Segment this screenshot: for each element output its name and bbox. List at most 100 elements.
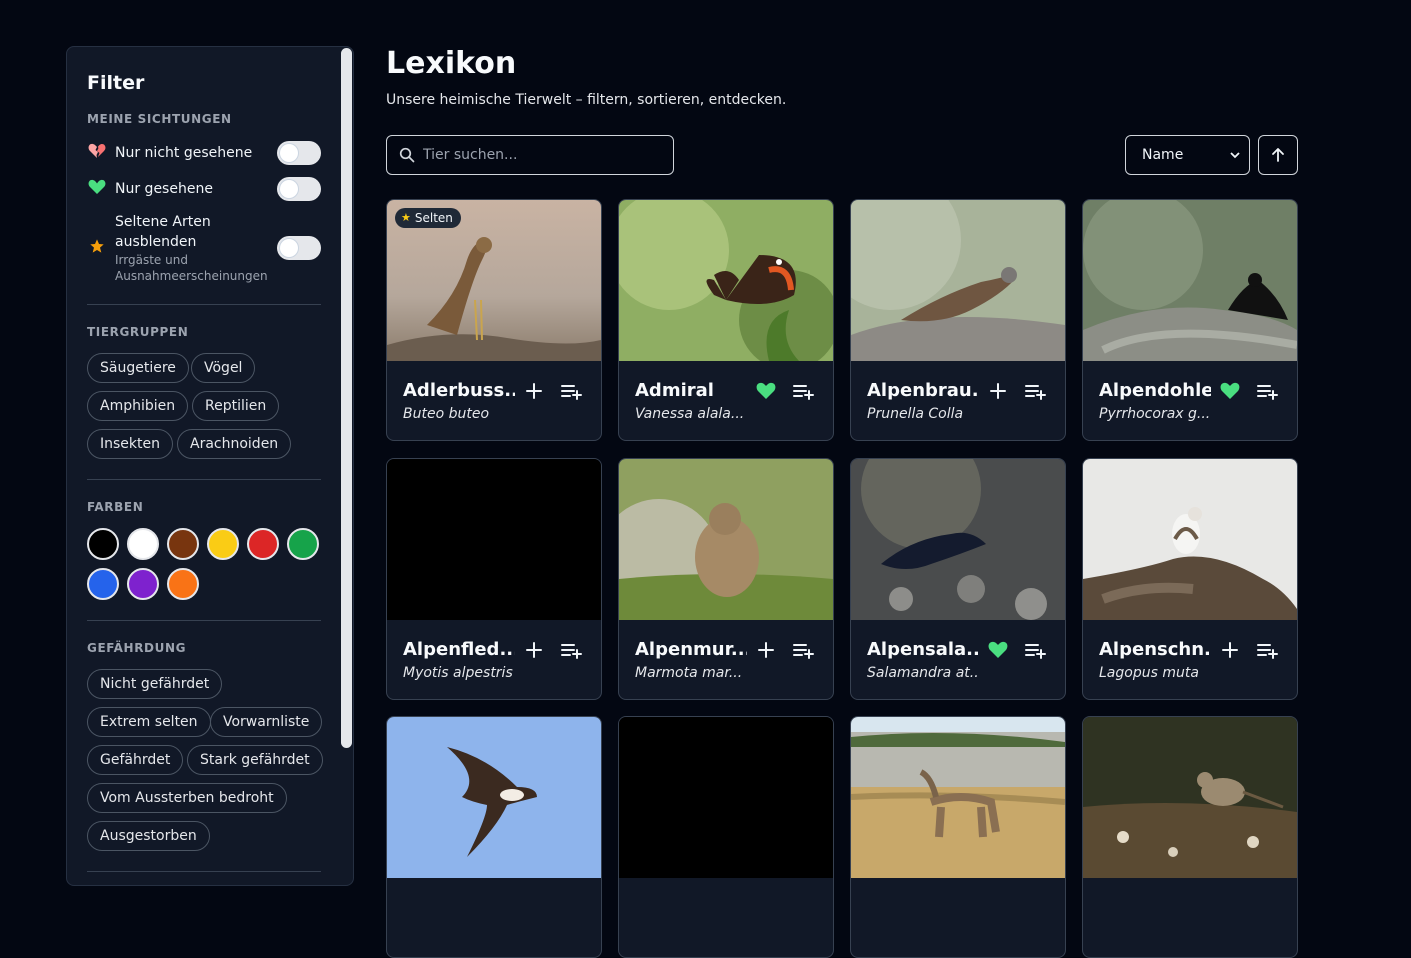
color-swatch-purple[interactable] bbox=[127, 568, 159, 600]
chip-saeugetiere[interactable]: Säugetiere bbox=[87, 353, 189, 383]
search-input[interactable] bbox=[423, 147, 653, 163]
chip-vorwarnliste[interactable]: Vorwarnliste bbox=[210, 707, 323, 737]
chip-gefaehrdet[interactable]: Gefährdet bbox=[87, 745, 184, 775]
toggle-hide-rare[interactable]: Seltene Arten ausblenden Irrgäste und Au… bbox=[87, 212, 321, 284]
sidebar-scrollbar[interactable] bbox=[341, 48, 352, 748]
arrow-up-icon bbox=[1272, 148, 1284, 162]
color-swatch-orange[interactable] bbox=[167, 568, 199, 600]
color-swatch-brown[interactable] bbox=[167, 528, 199, 560]
animal-scientific-name: Myotis alpestris bbox=[403, 665, 513, 681]
search-box[interactable] bbox=[386, 135, 674, 175]
hide-rare-sub-line2: Ausnahmeerscheinungen bbox=[115, 269, 268, 283]
animal-card[interactable]: Alpenschn... Lagopus muta bbox=[1082, 458, 1298, 700]
toggle-switch[interactable] bbox=[277, 141, 321, 165]
divider bbox=[87, 304, 321, 305]
plus-icon[interactable] bbox=[523, 380, 545, 402]
playlist-add-icon[interactable] bbox=[559, 639, 583, 661]
animal-photo bbox=[1083, 459, 1297, 620]
animal-name: Alpenfled... bbox=[403, 639, 515, 660]
color-swatch-green[interactable] bbox=[287, 528, 319, 560]
chip-reptilien[interactable]: Reptilien bbox=[192, 391, 280, 421]
animal-card[interactable]: ★ Selten Adlerbuss... Buteo buteo bbox=[386, 199, 602, 441]
divider bbox=[87, 620, 321, 621]
animal-name: Alpensala... bbox=[867, 639, 979, 660]
chip-insekten[interactable]: Insekten bbox=[87, 429, 173, 459]
animal-card[interactable]: Alpendohle Pyrrhocorax g... bbox=[1082, 199, 1298, 441]
animal-scientific-name: Lagopus muta bbox=[1099, 665, 1199, 681]
animal-scientific-name: Prunella Colla bbox=[867, 406, 964, 422]
playlist-add-icon[interactable] bbox=[559, 380, 583, 402]
plus-icon[interactable] bbox=[1219, 639, 1241, 661]
playlist-add-icon[interactable] bbox=[791, 639, 815, 661]
chip-vom-aussterben-bedroht[interactable]: Vom Aussterben bedroht bbox=[87, 783, 287, 813]
animal-card[interactable]: Alpenbrau... Prunella Colla bbox=[850, 199, 1066, 441]
animal-name: Alpenschn... bbox=[1099, 639, 1211, 660]
chip-stark-gefaehrdet[interactable]: Stark gefährdet bbox=[187, 745, 323, 775]
animal-card[interactable]: Alpenmur... Marmota mar... bbox=[618, 458, 834, 700]
page-title: Lexikon bbox=[386, 46, 517, 81]
animal-card[interactable] bbox=[1082, 716, 1298, 958]
color-swatch-black[interactable] bbox=[87, 528, 119, 560]
color-swatch-white[interactable] bbox=[127, 528, 159, 560]
animal-scientific-name: Marmota mar... bbox=[635, 665, 743, 681]
animal-name: Alpenmur... bbox=[635, 639, 747, 660]
animal-card[interactable] bbox=[618, 716, 834, 958]
toggle-switch[interactable] bbox=[277, 177, 321, 201]
chip-nicht-gefaehrdet[interactable]: Nicht gefährdet bbox=[87, 669, 223, 699]
animal-photo bbox=[619, 200, 833, 361]
toggle-not-seen[interactable]: Nur nicht gesehene bbox=[87, 141, 321, 165]
animal-card[interactable]: Alpenfled... Myotis alpestris bbox=[386, 458, 602, 700]
sort-select-value: Name bbox=[1142, 147, 1184, 163]
rare-badge: ★ Selten bbox=[395, 208, 461, 228]
color-swatch-blue[interactable] bbox=[87, 568, 119, 600]
green-heart-icon bbox=[87, 179, 107, 199]
green-heart-icon[interactable] bbox=[755, 380, 777, 402]
animal-photo bbox=[851, 717, 1065, 878]
animal-photo bbox=[387, 717, 601, 878]
threat-label: GEFÄHRDUNG bbox=[87, 641, 187, 655]
animal-scientific-name: Pyrrhocorax g... bbox=[1099, 406, 1211, 422]
playlist-add-icon[interactable] bbox=[1023, 639, 1047, 661]
toggle-switch[interactable] bbox=[277, 236, 321, 260]
broken-heart-icon bbox=[87, 143, 107, 163]
color-swatch-red[interactable] bbox=[247, 528, 279, 560]
animal-name: Alpendohle bbox=[1099, 380, 1211, 401]
sort-direction-button[interactable] bbox=[1258, 135, 1298, 175]
animal-photo bbox=[851, 200, 1065, 361]
animal-card[interactable] bbox=[386, 716, 602, 958]
color-swatch-yellow[interactable] bbox=[207, 528, 239, 560]
animal-photo-placeholder bbox=[619, 717, 833, 878]
playlist-add-icon[interactable] bbox=[1255, 380, 1279, 402]
hide-rare-label-line1: Seltene Arten bbox=[115, 214, 211, 230]
playlist-add-icon[interactable] bbox=[1255, 639, 1279, 661]
chevron-down-icon bbox=[1230, 152, 1240, 159]
toggle-seen[interactable]: Nur gesehene bbox=[87, 177, 321, 201]
animal-photo bbox=[619, 459, 833, 620]
animal-scientific-name: Vanessa alala... bbox=[635, 406, 745, 422]
rare-badge-label: Selten bbox=[414, 211, 453, 225]
plus-icon[interactable] bbox=[755, 639, 777, 661]
green-heart-icon[interactable] bbox=[1219, 380, 1241, 402]
playlist-add-icon[interactable] bbox=[791, 380, 815, 402]
chip-ausgestorben[interactable]: Ausgestorben bbox=[87, 821, 210, 851]
chip-voegel[interactable]: Vögel bbox=[191, 353, 256, 383]
star-icon bbox=[87, 238, 107, 258]
plus-icon[interactable] bbox=[523, 639, 545, 661]
sort-select[interactable]: Name bbox=[1125, 135, 1250, 175]
green-heart-icon[interactable] bbox=[987, 639, 1009, 661]
animal-scientific-name: Salamandra at... bbox=[867, 665, 979, 681]
animal-card[interactable]: Admiral Vanessa alala... bbox=[618, 199, 834, 441]
chip-amphibien[interactable]: Amphibien bbox=[87, 391, 189, 421]
chip-arachnoiden[interactable]: Arachnoiden bbox=[177, 429, 292, 459]
chip-extrem-selten[interactable]: Extrem selten bbox=[87, 707, 211, 737]
plus-icon[interactable] bbox=[987, 380, 1009, 402]
animal-photo-placeholder bbox=[387, 459, 601, 620]
filter-sidebar: Filter MEINE SICHTUNGEN Nur nicht gesehe… bbox=[66, 46, 354, 886]
animal-name: Admiral bbox=[635, 380, 714, 401]
playlist-add-icon[interactable] bbox=[1023, 380, 1047, 402]
animal-card[interactable] bbox=[850, 716, 1066, 958]
page-subtitle: Unsere heimische Tierwelt – filtern, sor… bbox=[386, 92, 787, 108]
animal-photo bbox=[1083, 717, 1297, 878]
star-icon: ★ bbox=[401, 211, 411, 224]
animal-card[interactable]: Alpensala... Salamandra at... bbox=[850, 458, 1066, 700]
